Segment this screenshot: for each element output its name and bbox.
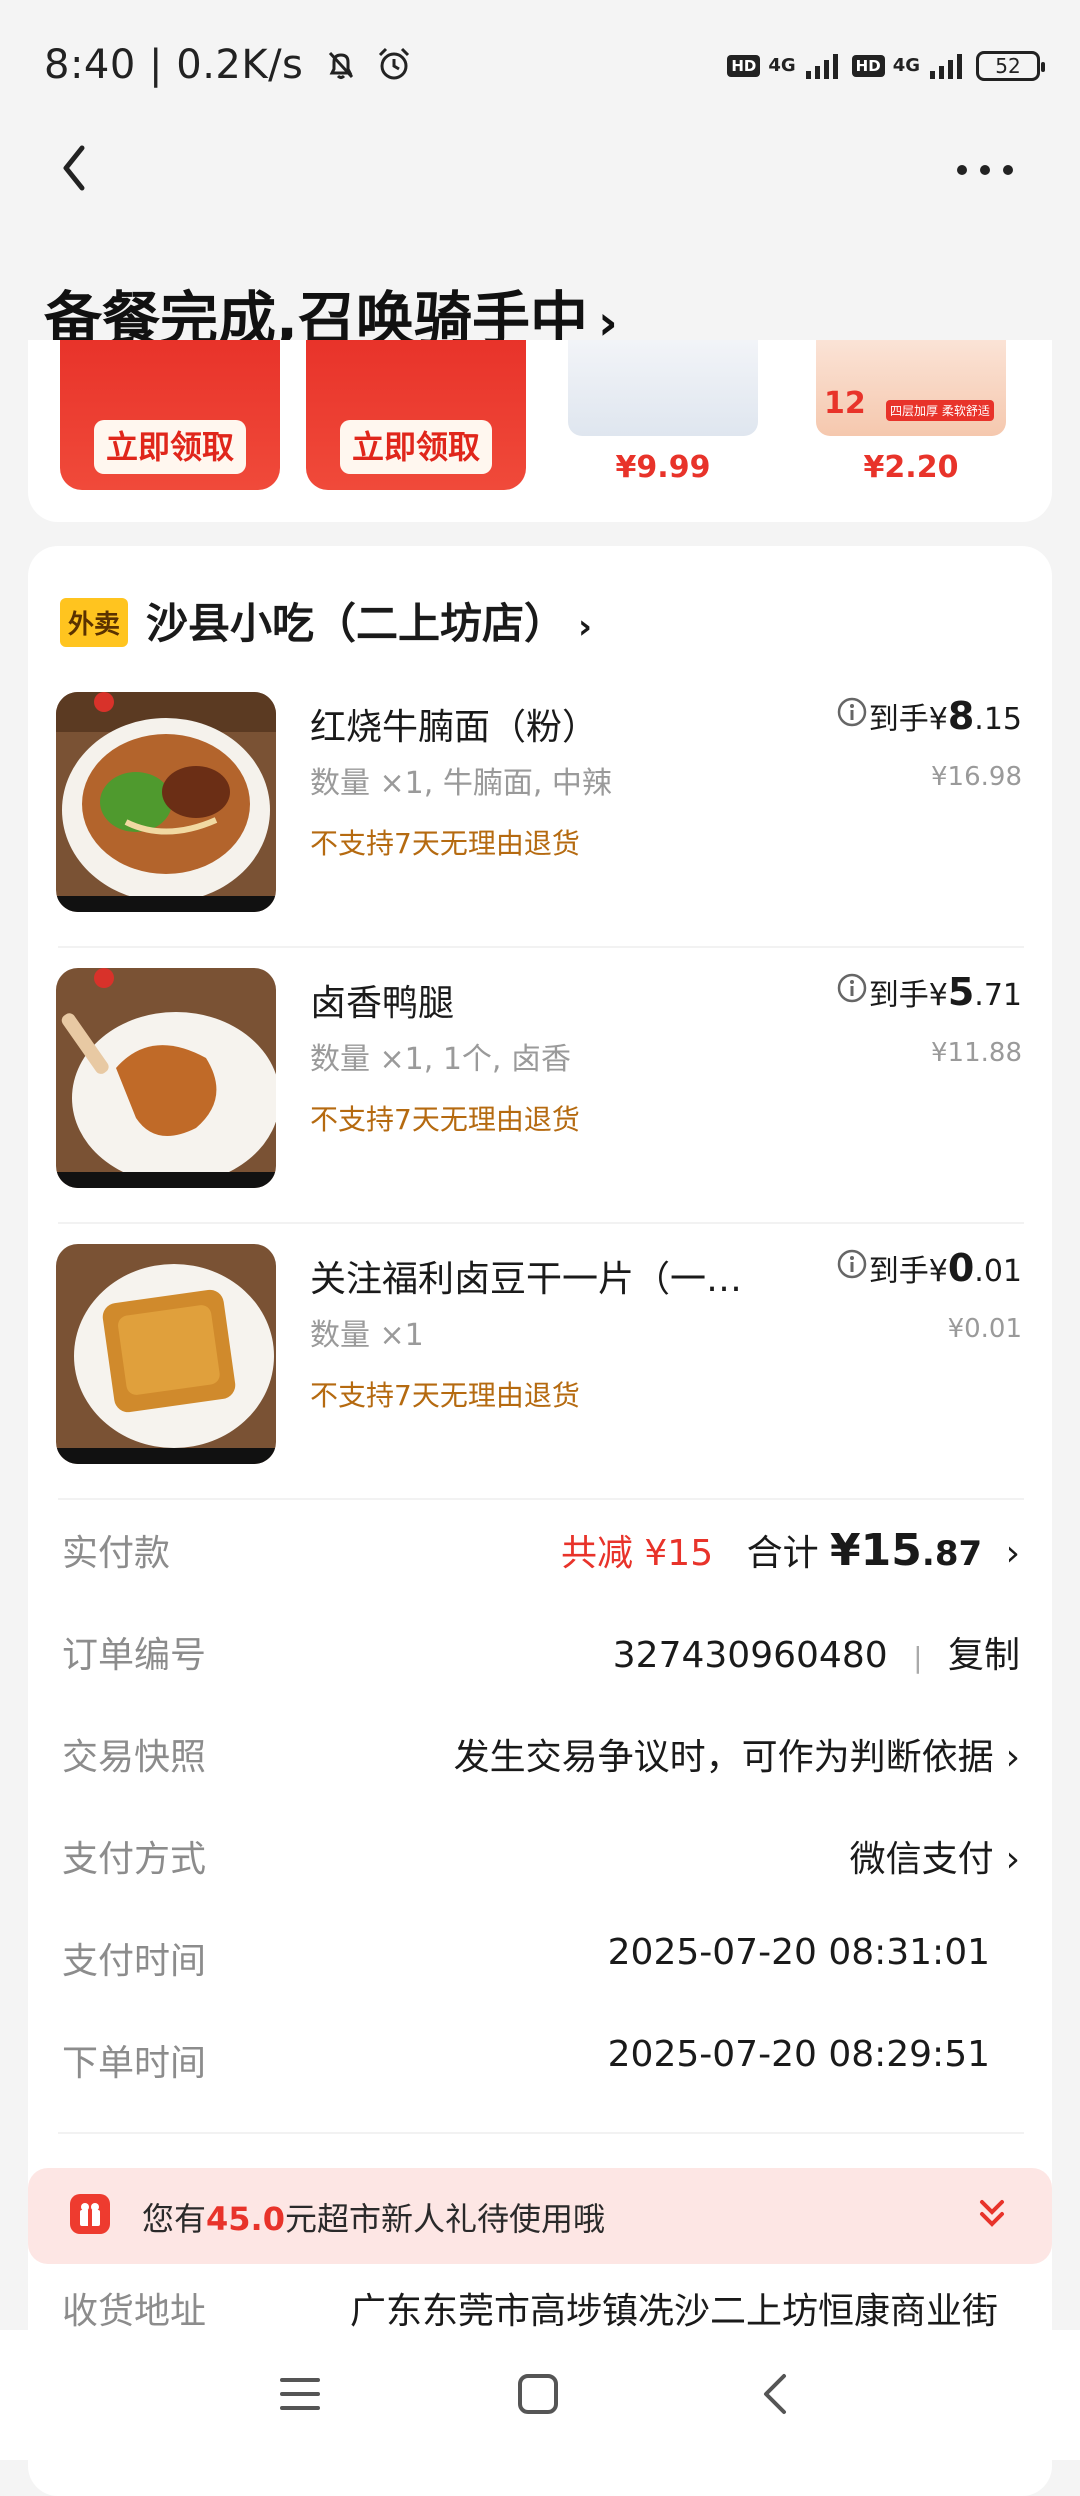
payment-total: 共减 ¥15 合计 ¥15.87 ›: [560, 1525, 1020, 1576]
address-label: 收货地址: [62, 2291, 207, 2332]
payment-method-row[interactable]: 支付方式 微信支付 ›: [62, 1830, 1020, 1890]
product-image-2: 12 四层加厚 柔软舒适: [816, 340, 1006, 436]
payment-method-value: 微信支付 ›: [849, 1839, 1020, 1880]
original-price: ¥11.88: [931, 1038, 1022, 1068]
claim-coupon-button[interactable]: 立即领取: [94, 420, 246, 474]
payment-time-label: 支付时间: [62, 1941, 207, 1982]
item-spec: 数量 ×1, 1个, 卤香: [310, 1042, 571, 1077]
hd-badge: HD: [727, 55, 761, 77]
divider: [58, 1498, 1024, 1500]
order-time-row: 下单时间 2025-07-20 08:29:51: [62, 2034, 1020, 2094]
promo-product-2[interactable]: 12 四层加厚 柔软舒适 ¥2.20: [816, 340, 1006, 490]
back-arrow-icon: [63, 145, 85, 191]
return-policy-note: 不支持7天无理由退货: [310, 827, 580, 860]
chevron-right-icon: ›: [1005, 1839, 1020, 1880]
home-icon[interactable]: [516, 2372, 560, 2416]
claim-coupon-button-2[interactable]: 立即领取: [340, 420, 492, 474]
chevron-right-icon: ›: [578, 607, 593, 647]
payment-method-label: 支付方式: [62, 1839, 207, 1880]
gift-banner-text: 您有45.0元超市新人礼待使用哦: [142, 2200, 605, 2238]
return-policy-note: 不支持7天无理由退货: [310, 1379, 580, 1412]
network-label-2: 4G: [892, 55, 920, 76]
product-image: [568, 340, 758, 436]
hd-badge-2: HD: [851, 55, 885, 77]
address-value: 广东东莞市高埗镇冼沙二上坊恒康商业街: [349, 2291, 998, 2332]
coupon-2: 立即领取: [306, 340, 526, 490]
more-dots-icon: [957, 165, 1013, 175]
order-number-value: 327430960480 | 复制: [613, 1626, 1020, 1678]
order-time-value: 2025-07-20 08:29:51: [607, 2034, 990, 2075]
signal-icon-2: [930, 54, 962, 79]
chevron-right-icon: ›: [1005, 1737, 1020, 1778]
paid-label: 实付款: [62, 1533, 171, 1574]
return-policy-note: 不支持7天无理由退货: [310, 1103, 580, 1136]
discount-amount: 共减 ¥15: [560, 1533, 714, 1574]
double-chevron-down-icon[interactable]: [972, 2192, 1012, 2236]
copy-button[interactable]: 复制: [948, 1635, 1020, 1676]
divider: [58, 1222, 1024, 1224]
snapshot-row[interactable]: 交易快照 发生交易争议时，可作为判断依据 ›: [62, 1728, 1020, 1788]
separator: |: [913, 1641, 923, 1674]
product-price: ¥9.99: [615, 450, 711, 485]
food-image-beef-noodles: [56, 692, 276, 912]
mute-bell-icon: [328, 51, 353, 79]
promo-product-1[interactable]: ¥9.99: [568, 340, 758, 490]
food-image-tofu: [56, 1244, 276, 1464]
info-icon[interactable]: [836, 1248, 868, 1280]
info-icon[interactable]: [836, 696, 868, 728]
order-number-label: 订单编号: [62, 1635, 207, 1676]
alarm-icon: [378, 47, 409, 80]
snapshot-label: 交易快照: [62, 1737, 207, 1778]
divider: [58, 946, 1024, 948]
promo-card: 立即领取 立即领取 ¥9.99 12 四层加厚 柔软舒适 ¥2.20: [28, 340, 1052, 522]
store-link[interactable]: 沙县小吃（二上坊店） ›: [146, 590, 592, 651]
system-nav-bar: [0, 2330, 1080, 2460]
chevron-right-icon: ›: [1005, 1533, 1020, 1574]
final-price: 到手¥8.15: [868, 694, 1022, 738]
original-price: ¥0.01: [947, 1314, 1022, 1344]
delivery-tag: 外卖: [60, 598, 129, 647]
payment-time-value: 2025-07-20 08:31:01: [607, 1932, 990, 1973]
status-indicators: HD 4G HD 4G 52: [727, 44, 1045, 88]
more-options-button[interactable]: [950, 156, 1020, 196]
final-price: 到手¥0.01: [868, 1246, 1022, 1290]
network-label: 4G: [768, 55, 796, 76]
item-name: 关注福利卤豆干一片（一…: [310, 1259, 743, 1300]
total-label: 合计: [746, 1533, 819, 1574]
status-bar: 8:40 | 0.2K/s HD 4G HD 4G 52: [0, 0, 1080, 130]
item-name: 红烧牛腩面（粉）: [310, 707, 599, 748]
menu-icon[interactable]: [278, 2374, 324, 2414]
payment-time-row: 支付时间 2025-07-20 08:31:01: [62, 1932, 1020, 1992]
product-subtitle: 四层加厚 柔软舒适: [886, 400, 994, 421]
back-button[interactable]: [52, 138, 102, 198]
battery-icon: 52: [976, 51, 1045, 81]
nav-back-icon[interactable]: [756, 2370, 796, 2418]
order-item[interactable]: 卤香鸭腿 数量 ×1, 1个, 卤香 不支持7天无理由退货 到手¥5.71 ¥1…: [28, 950, 1052, 1226]
item-spec: 数量 ×1: [310, 1318, 424, 1353]
item-spec: 数量 ×1, 牛腩面, 中辣: [310, 766, 612, 801]
signal-icon: [805, 54, 838, 79]
total-amount: ¥15: [830, 1525, 922, 1576]
gift-icon: [70, 2194, 110, 2234]
order-item[interactable]: 关注福利卤豆干一片（一… 数量 ×1 不支持7天无理由退货 到手¥0.01 ¥0…: [28, 1226, 1052, 1502]
snapshot-value: 发生交易争议时，可作为判断依据 ›: [453, 1737, 1020, 1778]
new-user-gift-banner[interactable]: 您有45.0元超市新人礼待使用哦: [28, 2168, 1052, 2264]
food-image-duck-leg: [56, 968, 276, 1188]
order-number-row: 订单编号 327430960480 | 复制: [62, 1626, 1020, 1686]
product-tag: 12: [824, 386, 866, 421]
status-time: 8:40 | 0.2K/s: [44, 42, 414, 88]
product-price-2: ¥2.20: [863, 450, 959, 485]
order-item[interactable]: 红烧牛腩面（粉） 数量 ×1, 牛腩面, 中辣 不支持7天无理由退货 到手¥8.…: [28, 674, 1052, 950]
info-icon[interactable]: [836, 972, 868, 1004]
divider: [58, 2132, 1024, 2134]
order-time-label: 下单时间: [62, 2043, 207, 2084]
original-price: ¥16.98: [931, 762, 1022, 792]
payment-total-row[interactable]: 实付款 共减 ¥15 合计 ¥15.87 ›: [62, 1524, 1020, 1584]
order-number: 327430960480: [612, 1635, 888, 1676]
final-price: 到手¥5.71: [868, 970, 1022, 1014]
coupon-1: 立即领取: [60, 340, 280, 490]
item-name: 卤香鸭腿: [310, 983, 455, 1024]
